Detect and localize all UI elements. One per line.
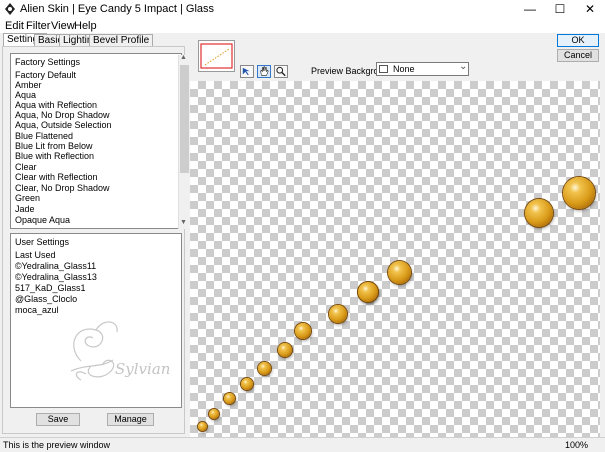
- navigator-view-rect[interactable]: [199, 41, 234, 71]
- factory-scrollbar[interactable]: ▲ ▼: [178, 54, 189, 229]
- list-item[interactable]: ©Yedralina_Glass11: [15, 261, 96, 271]
- preview-background-select[interactable]: None ⌄: [376, 61, 469, 76]
- ok-button[interactable]: OK: [557, 34, 599, 47]
- list-item[interactable]: ©Yedralina_Glass13: [15, 272, 97, 282]
- title-bar: Alien Skin | Eye Candy 5 Impact | Glass …: [0, 0, 605, 19]
- list-item[interactable]: Opaque Aqua: [15, 215, 70, 225]
- window-title: Alien Skin | Eye Candy 5 Impact | Glass: [20, 3, 215, 15]
- glass-bead: [278, 343, 292, 357]
- factory-settings-header: Factory Settings: [15, 57, 81, 67]
- glass-bead: [358, 282, 378, 302]
- scroll-thumb[interactable]: [180, 65, 189, 173]
- user-settings-list[interactable]: User Settings Last Used ©Yedralina_Glass…: [10, 233, 182, 408]
- list-item[interactable]: Clear with Reflection: [15, 172, 98, 182]
- glass-bead: [241, 378, 253, 390]
- glass-bead: [209, 409, 219, 419]
- close-button[interactable]: ✕: [575, 0, 605, 19]
- list-item[interactable]: Blue Flattened: [15, 131, 73, 141]
- list-item[interactable]: 517_KaD_Glass1: [15, 283, 86, 293]
- list-item[interactable]: Blue Lit from Below: [15, 141, 93, 151]
- chevron-down-icon: ⌄: [459, 61, 468, 72]
- hand-tool-icon[interactable]: [257, 65, 271, 78]
- glass-bead: [563, 177, 595, 209]
- menu-view[interactable]: View: [51, 19, 75, 33]
- cancel-button[interactable]: Cancel: [557, 49, 599, 62]
- list-item[interactable]: Aqua, Outside Selection: [15, 120, 112, 130]
- menu-help[interactable]: Help: [74, 19, 97, 33]
- list-item[interactable]: Jade: [15, 204, 35, 214]
- preview-canvas[interactable]: [190, 81, 600, 437]
- maximize-button[interactable]: ☐: [545, 0, 575, 19]
- save-button[interactable]: Save: [36, 413, 80, 426]
- zoom-level: 100%: [565, 440, 589, 450]
- minimize-button[interactable]: —: [515, 0, 545, 19]
- list-item[interactable]: Aqua: [15, 90, 36, 100]
- menu-filter[interactable]: Filter: [26, 19, 50, 33]
- list-item[interactable]: Factory Default: [15, 70, 76, 80]
- navigator-thumbnail[interactable]: [198, 40, 235, 72]
- scroll-up-icon[interactable]: ▲: [180, 54, 187, 61]
- glass-bead: [329, 305, 347, 323]
- manage-button[interactable]: Manage: [107, 413, 154, 426]
- list-item[interactable]: Clear: [15, 162, 37, 172]
- scroll-down-icon[interactable]: ▼: [180, 219, 187, 226]
- list-item[interactable]: Green: [15, 193, 40, 203]
- factory-settings-list[interactable]: Factory Settings Factory Default Amber A…: [10, 53, 189, 229]
- user-settings-header: User Settings: [15, 237, 70, 247]
- glass-bead: [258, 362, 271, 375]
- glass-bead: [224, 393, 235, 404]
- status-bar: This is the preview window 100%: [0, 437, 605, 452]
- glass-bead: [295, 323, 311, 339]
- zoom-tool-icon[interactable]: [274, 65, 288, 78]
- list-item[interactable]: Last Used: [15, 250, 56, 260]
- list-item[interactable]: Aqua, No Drop Shadow: [15, 110, 110, 120]
- list-item[interactable]: Aqua with Reflection: [15, 100, 97, 110]
- settings-panel: Factory Settings Factory Default Amber A…: [2, 46, 189, 434]
- menu-bar: Edit Filter View Help: [0, 19, 605, 33]
- preview-background-value: None: [393, 64, 415, 74]
- glass-bead: [388, 261, 411, 284]
- list-item[interactable]: Clear, No Drop Shadow: [15, 183, 110, 193]
- select-tool-icon[interactable]: [240, 65, 254, 78]
- app-icon: [5, 3, 15, 15]
- watermark-logo: Sylviane: [70, 321, 171, 381]
- glass-bead: [525, 199, 553, 227]
- list-item[interactable]: Amber: [15, 80, 42, 90]
- list-item[interactable]: @Glass_Cloclo: [15, 294, 77, 304]
- list-item[interactable]: Blue with Reflection: [15, 151, 94, 161]
- list-item[interactable]: moca_azul: [15, 305, 59, 315]
- watermark-text: Sylviane: [115, 360, 171, 378]
- glass-bead: [198, 422, 207, 431]
- status-message: This is the preview window: [3, 440, 111, 450]
- document-icon: [379, 65, 388, 73]
- menu-edit[interactable]: Edit: [5, 19, 24, 33]
